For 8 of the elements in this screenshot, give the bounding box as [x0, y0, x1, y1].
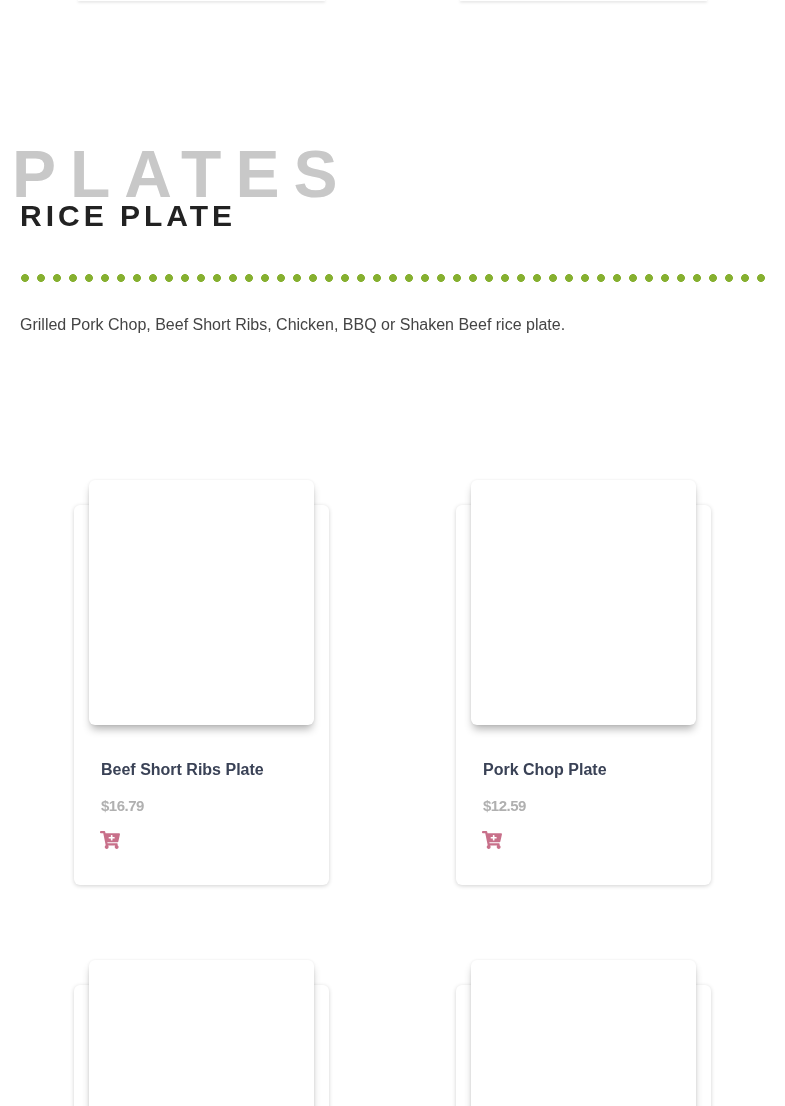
section-title: RICE PLATE	[20, 201, 237, 231]
section-description: Grilled Pork Chop, Beef Short Ribs, Chicken, BBQ or Shaken Beef rice plate.	[20, 316, 567, 334]
product-price: $12.59	[483, 797, 527, 814]
product-price: $16.79	[101, 797, 145, 814]
product-name: Beef Short Ribs Plate	[101, 761, 265, 779]
product-name: Pork Chop Plate	[483, 761, 608, 779]
add-to-cart-button[interactable]	[100, 830, 122, 850]
add-to-cart-button[interactable]	[482, 830, 504, 850]
